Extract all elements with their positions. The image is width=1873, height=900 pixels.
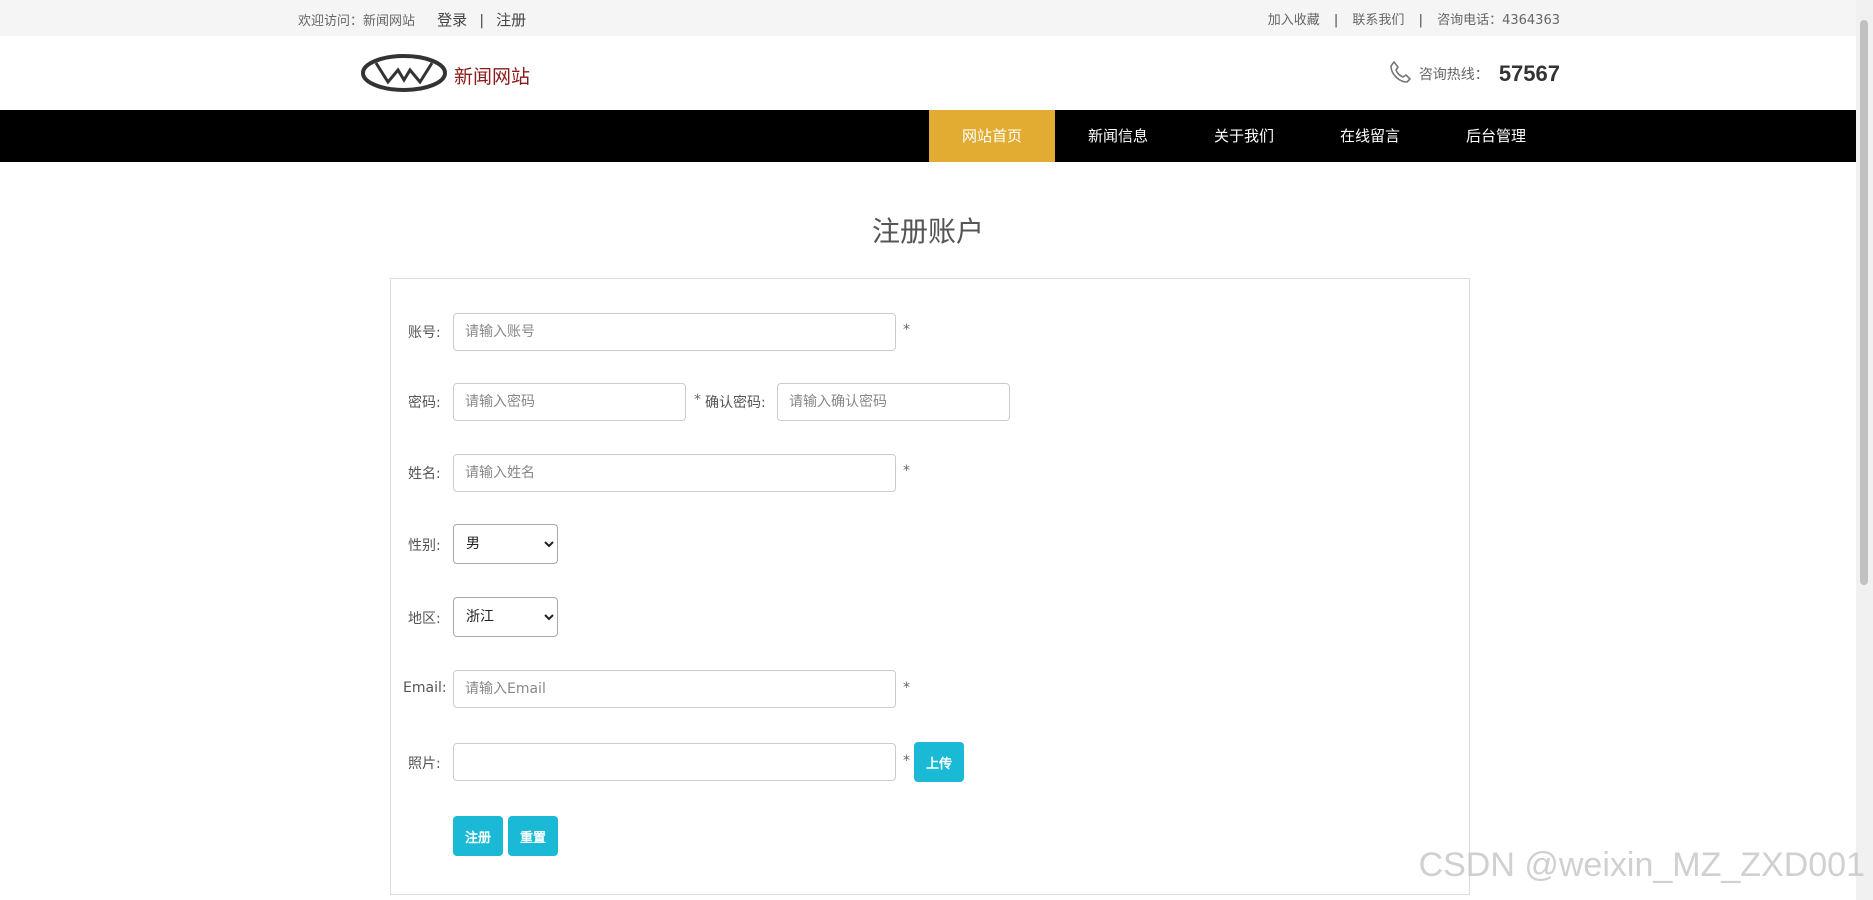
nav-item-about[interactable]: 关于我们 — [1181, 110, 1307, 162]
hotline-label: 咨询热线： — [1418, 67, 1489, 83]
required-mark: * — [903, 753, 910, 769]
confirm-password-input[interactable] — [777, 383, 1010, 421]
contact-link[interactable]: 联系我们 — [1352, 13, 1404, 28]
phone-text: 咨询电话：4364363 — [1437, 13, 1560, 28]
upload-button[interactable]: 上传 — [914, 742, 964, 782]
phone-icon — [1389, 60, 1411, 88]
nav-item-news[interactable]: 新闻信息 — [1055, 110, 1181, 162]
welcome-text: 欢迎访问：新闻网站 — [298, 14, 416, 29]
hotline: 咨询热线： 57567 — [1389, 60, 1560, 88]
required-mark: * — [903, 463, 910, 479]
name-label: 姓名: — [408, 466, 441, 482]
gender-select[interactable]: 男 — [453, 524, 558, 564]
account-label: 账号: — [408, 325, 441, 341]
reset-button[interactable]: 重置 — [508, 816, 558, 856]
separator: | — [1333, 13, 1339, 28]
scrollbar-thumb[interactable] — [1860, 20, 1868, 585]
top-bar-right: 加入收藏 | 联系我们 | 咨询电话：4364363 — [1268, 9, 1560, 28]
nav-item-home[interactable]: 网站首页 — [929, 110, 1055, 162]
confirm-password-label: 确认密码: — [705, 395, 766, 411]
top-bar-left: 欢迎访问：新闻网站 登录 | 注册 — [298, 9, 526, 30]
nav-item-admin[interactable]: 后台管理 — [1433, 110, 1559, 162]
top-bar: 欢迎访问：新闻网站 登录 | 注册 加入收藏 | 联系我们 | 咨询电话：436… — [0, 0, 1856, 36]
account-input[interactable] — [453, 313, 896, 351]
main-nav: 网站首页 新闻信息 关于我们 在线留言 后台管理 — [0, 110, 1856, 162]
photo-label: 照片: — [408, 756, 441, 772]
name-input[interactable] — [453, 454, 896, 492]
site-name[interactable]: 新闻网站 — [454, 62, 530, 89]
hotline-number: 57567 — [1498, 61, 1560, 86]
required-mark: * — [694, 392, 701, 408]
site-logo-icon[interactable] — [360, 52, 448, 98]
required-mark: * — [903, 680, 910, 696]
gender-label: 性别: — [408, 538, 441, 554]
register-button[interactable]: 注册 — [453, 816, 503, 856]
password-label: 密码: — [408, 395, 441, 411]
header: 新闻网站 咨询热线： 57567 — [0, 36, 1856, 110]
watermark: CSDN @weixin_MZ_ZXD001 — [1418, 846, 1865, 884]
register-link[interactable]: 注册 — [496, 11, 526, 29]
bookmark-link[interactable]: 加入收藏 — [1268, 13, 1320, 28]
register-form: 账号: * 密码: * 确认密码: 姓名: * 性别: 男 地区: 浙江 Ema… — [390, 278, 1470, 895]
page-scrollbar[interactable] — [1856, 0, 1873, 900]
login-link[interactable]: 登录 — [437, 11, 467, 29]
separator: | — [479, 13, 485, 29]
region-label: 地区: — [408, 611, 441, 627]
separator: | — [1418, 13, 1423, 28]
nav-item-messages[interactable]: 在线留言 — [1307, 110, 1433, 162]
required-mark: * — [903, 322, 910, 338]
email-input[interactable] — [453, 670, 896, 708]
region-select[interactable]: 浙江 — [453, 597, 558, 637]
photo-input[interactable] — [453, 743, 896, 781]
page-title: 注册账户 — [871, 215, 984, 248]
email-label: Email: — [403, 680, 447, 696]
password-input[interactable] — [453, 383, 686, 421]
